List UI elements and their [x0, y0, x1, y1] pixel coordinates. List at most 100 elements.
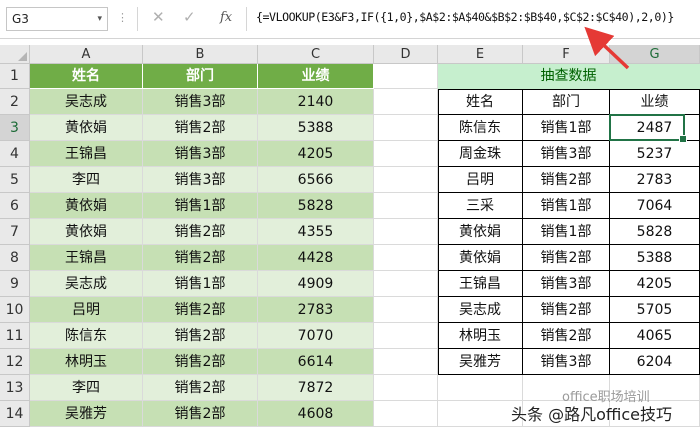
lookup-data-cell[interactable]: 5237 [610, 141, 700, 167]
formula-bar-resize-handle[interactable]: ⋮ [117, 11, 128, 24]
source-data-cell[interactable]: 2783 [258, 297, 374, 323]
name-box-dropdown-icon[interactable]: ▾ [97, 8, 102, 30]
source-data-cell[interactable]: 4909 [258, 271, 374, 297]
source-data-cell[interactable]: 销售3部 [143, 141, 258, 167]
source-data-cell[interactable]: 销售2部 [143, 245, 258, 271]
lookup-data-cell[interactable]: 王锦昌 [438, 271, 523, 297]
source-header-cell[interactable]: 业绩 [258, 64, 374, 89]
empty-cell[interactable] [374, 349, 438, 375]
empty-cell[interactable] [374, 375, 438, 401]
row-header-10[interactable]: 10 [0, 297, 30, 323]
row-header-6[interactable]: 6 [0, 193, 30, 219]
row-header-14[interactable]: 14 [0, 401, 30, 427]
insert-function-icon[interactable]: fx [220, 10, 232, 25]
source-data-cell[interactable]: 黄依娟 [30, 219, 143, 245]
row-header-8[interactable]: 8 [0, 245, 30, 271]
empty-cell[interactable] [374, 323, 438, 349]
source-data-cell[interactable]: 吕明 [30, 297, 143, 323]
source-data-cell[interactable]: 销售1部 [143, 271, 258, 297]
name-box[interactable]: G3 ▾ [6, 7, 108, 31]
lookup-data-cell[interactable]: 周金珠 [438, 141, 523, 167]
select-all-corner[interactable] [0, 45, 30, 64]
source-data-cell[interactable]: 5388 [258, 115, 374, 141]
empty-cell[interactable] [374, 115, 438, 141]
source-header-cell[interactable]: 姓名 [30, 64, 143, 89]
lookup-data-cell[interactable]: 5388 [610, 245, 700, 271]
lookup-data-cell[interactable]: 三采 [438, 193, 523, 219]
source-data-cell[interactable]: 黄依娟 [30, 193, 143, 219]
empty-cell[interactable] [374, 271, 438, 297]
lookup-data-cell[interactable]: 5828 [610, 219, 700, 245]
column-header-c[interactable]: C [258, 45, 374, 64]
source-data-cell[interactable]: 吴雅芳 [30, 401, 143, 427]
lookup-data-cell[interactable]: 2487 [610, 115, 700, 141]
empty-cell[interactable] [374, 245, 438, 271]
source-data-cell[interactable]: 5828 [258, 193, 374, 219]
empty-cell[interactable] [438, 375, 523, 401]
source-data-cell[interactable]: 销售2部 [143, 297, 258, 323]
source-data-cell[interactable]: 销售2部 [143, 375, 258, 401]
row-header-4[interactable]: 4 [0, 141, 30, 167]
lookup-data-cell[interactable]: 4065 [610, 323, 700, 349]
column-header-d[interactable]: D [374, 45, 438, 64]
source-data-cell[interactable]: 王锦昌 [30, 245, 143, 271]
source-data-cell[interactable]: 陈信东 [30, 323, 143, 349]
source-data-cell[interactable]: 王锦昌 [30, 141, 143, 167]
row-header-5[interactable]: 5 [0, 167, 30, 193]
source-data-cell[interactable]: 销售3部 [143, 167, 258, 193]
formula-input[interactable]: {=VLOOKUP(E3&F3,IF({1,0},$A$2:$A$40&$B$2… [256, 10, 696, 24]
column-header-f[interactable]: F [523, 45, 610, 64]
source-data-cell[interactable]: 6566 [258, 167, 374, 193]
lookup-title[interactable]: 抽查数据 [438, 64, 700, 89]
lookup-data-cell[interactable]: 吴雅芳 [438, 349, 523, 375]
empty-cell[interactable] [374, 193, 438, 219]
lookup-data-cell[interactable]: 销售1部 [523, 115, 610, 141]
lookup-data-cell[interactable]: 吕明 [438, 167, 523, 193]
source-data-cell[interactable]: 6614 [258, 349, 374, 375]
lookup-header-cell[interactable]: 业绩 [610, 89, 700, 115]
lookup-data-cell[interactable]: 销售1部 [523, 193, 610, 219]
lookup-data-cell[interactable]: 销售2部 [523, 245, 610, 271]
lookup-data-cell[interactable]: 4205 [610, 271, 700, 297]
empty-cell[interactable] [374, 141, 438, 167]
source-data-cell[interactable]: 4428 [258, 245, 374, 271]
column-header-b[interactable]: B [143, 45, 258, 64]
lookup-data-cell[interactable]: 销售2部 [523, 167, 610, 193]
source-data-cell[interactable]: 4355 [258, 219, 374, 245]
lookup-header-cell[interactable]: 部门 [523, 89, 610, 115]
source-data-cell[interactable]: 4205 [258, 141, 374, 167]
source-data-cell[interactable]: 销售3部 [143, 89, 258, 115]
cancel-icon[interactable]: ✕ [152, 8, 165, 26]
lookup-data-cell[interactable]: 销售2部 [523, 323, 610, 349]
source-data-cell[interactable]: 黄依娟 [30, 115, 143, 141]
source-data-cell[interactable]: 林明玉 [30, 349, 143, 375]
row-header-11[interactable]: 11 [0, 323, 30, 349]
row-header-9[interactable]: 9 [0, 271, 30, 297]
lookup-data-cell[interactable]: 吴志成 [438, 297, 523, 323]
empty-cell[interactable] [374, 167, 438, 193]
row-header-2[interactable]: 2 [0, 89, 30, 115]
lookup-data-cell[interactable]: 黄依娟 [438, 245, 523, 271]
lookup-data-cell[interactable]: 陈信东 [438, 115, 523, 141]
lookup-data-cell[interactable]: 销售2部 [523, 297, 610, 323]
source-data-cell[interactable]: 李四 [30, 167, 143, 193]
source-data-cell[interactable]: 7070 [258, 323, 374, 349]
row-header-12[interactable]: 12 [0, 349, 30, 375]
lookup-data-cell[interactable]: 销售1部 [523, 219, 610, 245]
column-header-a[interactable]: A [30, 45, 143, 64]
source-data-cell[interactable]: 销售2部 [143, 349, 258, 375]
source-data-cell[interactable]: 销售2部 [143, 219, 258, 245]
source-data-cell[interactable]: 吴志成 [30, 89, 143, 115]
source-data-cell[interactable]: 销售2部 [143, 323, 258, 349]
row-header-7[interactable]: 7 [0, 219, 30, 245]
source-data-cell[interactable]: 李四 [30, 375, 143, 401]
source-header-cell[interactable]: 部门 [143, 64, 258, 89]
row-header-3[interactable]: 3 [0, 115, 30, 141]
lookup-data-cell[interactable]: 6204 [610, 349, 700, 375]
column-header-g[interactable]: G [610, 45, 700, 64]
source-data-cell[interactable]: 2140 [258, 89, 374, 115]
source-data-cell[interactable]: 7872 [258, 375, 374, 401]
row-header-13[interactable]: 13 [0, 375, 30, 401]
source-data-cell[interactable]: 4608 [258, 401, 374, 427]
lookup-data-cell[interactable]: 5705 [610, 297, 700, 323]
